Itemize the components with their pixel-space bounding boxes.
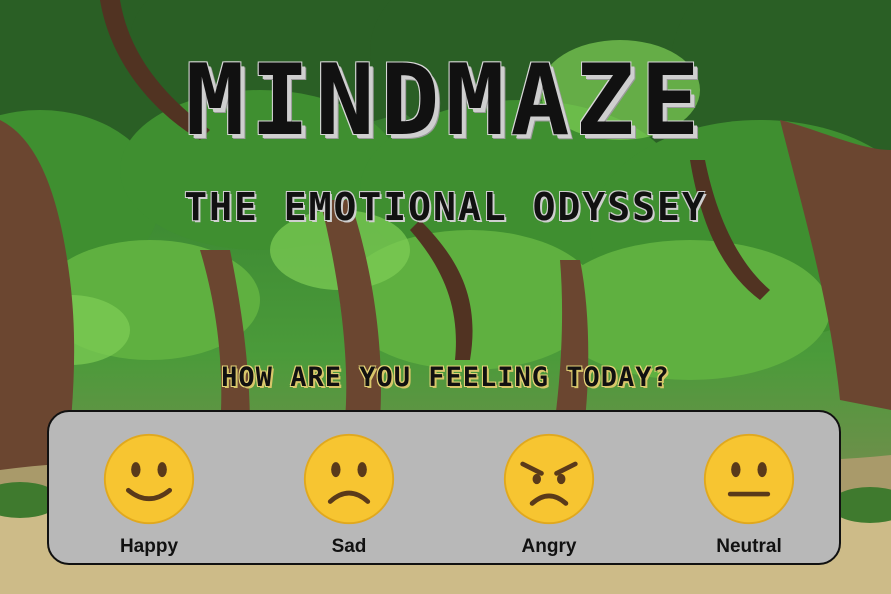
mood-label-sad: Sad [331, 536, 367, 557]
mood-label-happy: Happy [119, 536, 179, 557]
angry-face-icon [503, 433, 595, 525]
mood-option-angry[interactable]: Angry [479, 432, 619, 558]
mood-label-neutral: Neutral [716, 536, 782, 557]
game-title: MINDMAZE [185, 44, 706, 158]
mood-question: HOW ARE YOU FEELING TODAY? [221, 362, 670, 393]
game-subtitle: THE EMOTIONAL ODYSSEY [184, 185, 707, 229]
mood-option-sad[interactable]: Sad [279, 432, 419, 558]
mood-selection-panel: Happy Sad Angry Neutral [47, 410, 841, 565]
sad-face-icon [303, 433, 395, 525]
mood-option-neutral[interactable]: Neutral [679, 432, 819, 558]
mood-option-happy[interactable]: Happy [79, 432, 219, 558]
mood-label-angry: Angry [521, 536, 577, 557]
neutral-face-icon [703, 433, 795, 525]
happy-face-icon [103, 433, 195, 525]
